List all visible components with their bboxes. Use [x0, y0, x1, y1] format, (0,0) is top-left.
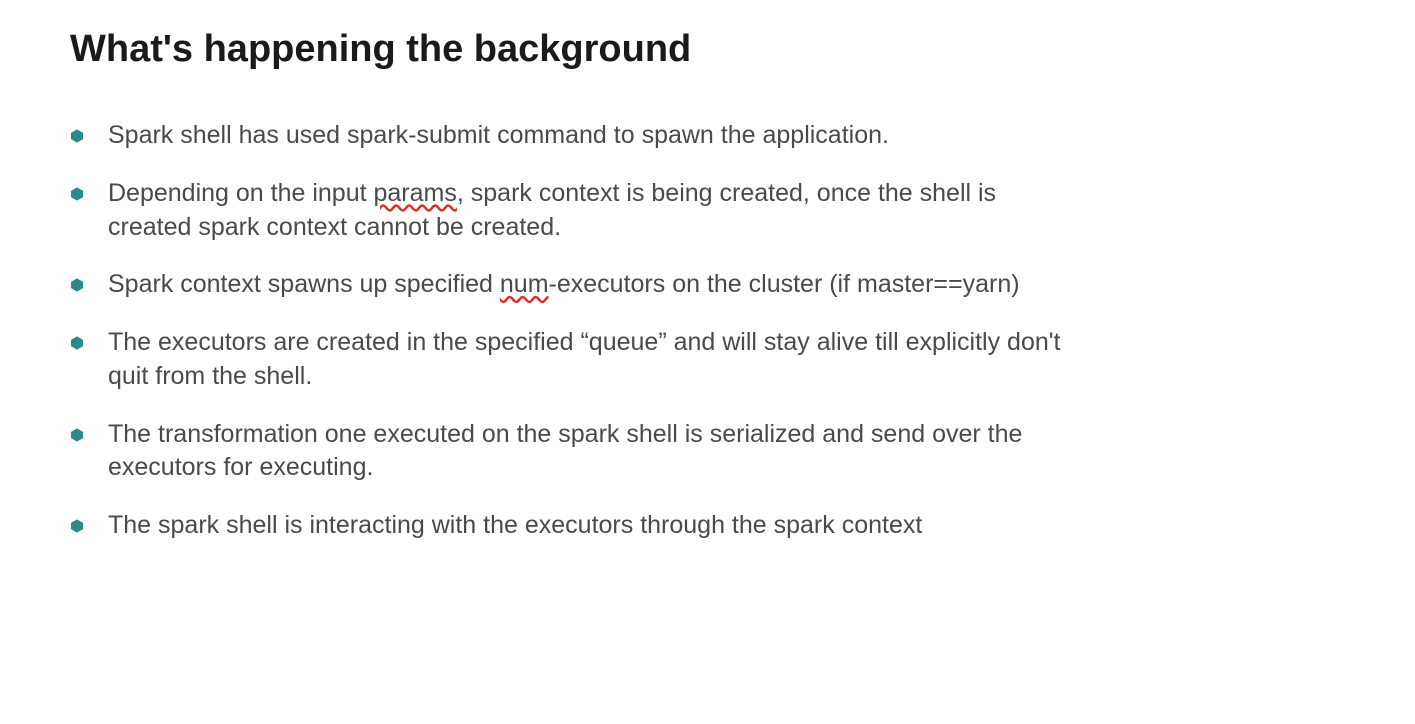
- bullet-text: Spark shell has used spark-submit comman…: [108, 119, 1345, 153]
- list-item: Spark shell has used spark-submit comman…: [70, 119, 1345, 153]
- hexagon-bullet-icon: [70, 278, 84, 292]
- bullet-list: Spark shell has used spark-submit comman…: [70, 119, 1345, 543]
- hexagon-bullet-icon: [70, 428, 84, 442]
- list-item: Spark context spawns up specified num-ex…: [70, 268, 1345, 302]
- list-item: The spark shell is interacting with the …: [70, 509, 1345, 543]
- list-item: The transformation one executed on the s…: [70, 418, 1345, 486]
- list-item: Depending on the input params, spark con…: [70, 177, 1345, 245]
- bullet-text: Spark context spawns up specified num-ex…: [108, 268, 1345, 302]
- hexagon-bullet-icon: [70, 129, 84, 143]
- hexagon-bullet-icon: [70, 336, 84, 350]
- bullet-text: The executors are created in the specifi…: [108, 326, 1345, 394]
- hexagon-bullet-icon: [70, 519, 84, 533]
- bullet-text: Depending on the input params, spark con…: [108, 177, 1345, 245]
- bullet-text: The transformation one executed on the s…: [108, 418, 1345, 486]
- slide-title: What's happening the background: [70, 28, 1345, 71]
- hexagon-bullet-icon: [70, 187, 84, 201]
- list-item: The executors are created in the specifi…: [70, 326, 1345, 394]
- bullet-text: The spark shell is interacting with the …: [108, 509, 1345, 543]
